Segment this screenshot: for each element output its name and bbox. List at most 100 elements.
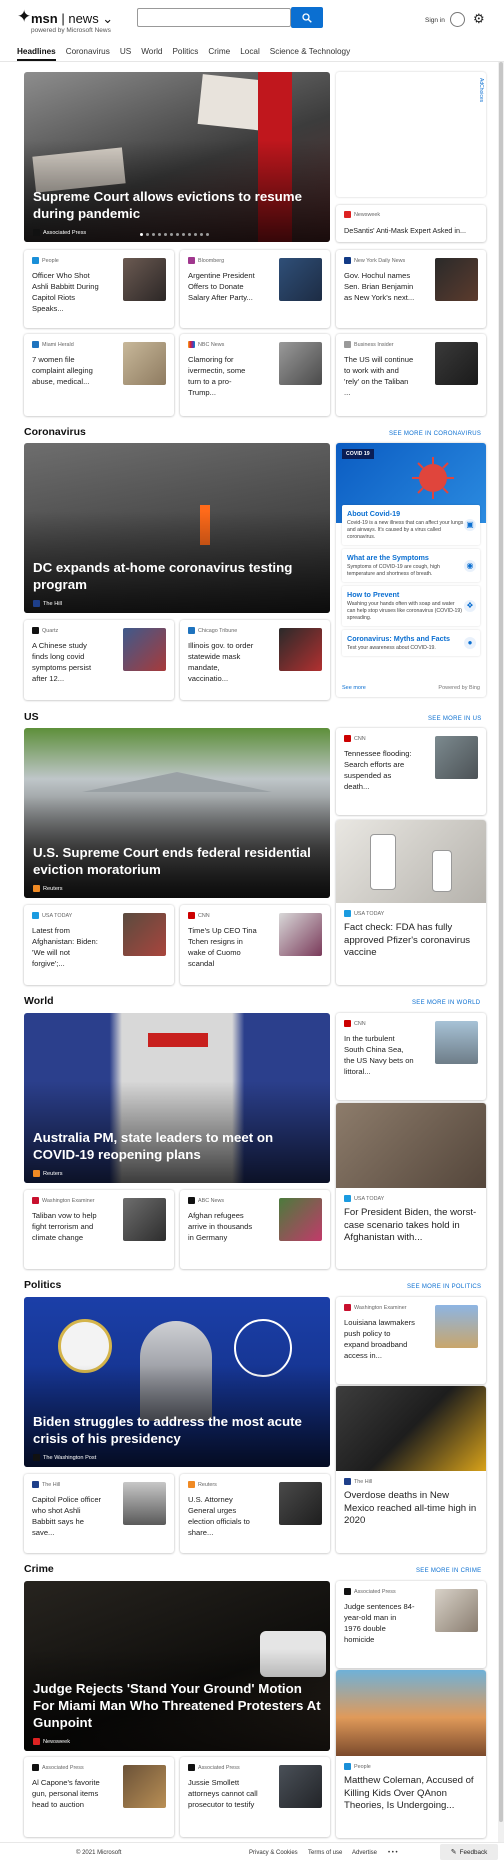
nav-world[interactable]: World [141, 47, 162, 61]
search-input[interactable] [137, 8, 291, 27]
news-card[interactable]: Associated Press Judge sentences 84-year… [336, 1581, 486, 1668]
news-card[interactable]: Associated Press Jussie Smollett attorne… [180, 1757, 330, 1837]
card-title: Matthew Coleman, Accused of Killing Kids… [344, 1775, 474, 1811]
nav-science-technology[interactable]: Science & Technology [270, 47, 350, 61]
covid-item-myths[interactable]: Coronavirus: Myths and Facts Test your aw… [342, 630, 480, 656]
news-card[interactable]: Chicago Tribune Illinois gov. to order s… [180, 620, 330, 700]
covid-badge: COVID 19 [342, 449, 374, 459]
advertise-link[interactable]: Advertise [352, 1850, 377, 1856]
people-logo-icon [344, 1763, 351, 1770]
covid-item-prevent[interactable]: How to Prevent Washing your hands often w… [342, 586, 480, 626]
gear-icon[interactable]: ⚙ [473, 11, 485, 27]
see-more-politics[interactable]: SEE MORE IN POLITICS [407, 1284, 481, 1290]
the-hill-logo-icon [33, 600, 40, 607]
card-title: Time's Up CEO Tina Tchen resigns in wake… [188, 926, 257, 968]
feedback-button[interactable]: ✎ Feedback [440, 1844, 498, 1860]
news-card[interactable]: CNN Tennessee flooding: Search efforts a… [336, 728, 486, 815]
see-more-crime[interactable]: SEE MORE IN CRIME [416, 1568, 481, 1574]
news-card[interactable]: Associated Press Al Capone's favorite gu… [24, 1757, 174, 1837]
card-source: USA TODAY [354, 910, 385, 917]
news-card[interactable]: Newsweek DeSantis' Anti-Mask Expert Aske… [336, 205, 486, 242]
covid-item-about[interactable]: About Covid-19 Covid-19 is a new illness … [342, 505, 480, 545]
feedback-icon: ✎ [450, 1849, 457, 1856]
card-title: Argentine President Offers to Donate Sal… [188, 271, 255, 302]
card-thumbnail [435, 342, 478, 385]
terms-link[interactable]: Terms of use [308, 1850, 342, 1856]
card-thumbnail [123, 342, 166, 385]
card-thumbnail [123, 1765, 166, 1808]
card-source: CNN [354, 735, 366, 742]
covid-see-more-link[interactable]: See more [342, 685, 366, 691]
news-card[interactable]: Washington Examiner Taliban vow to help … [24, 1190, 174, 1269]
news-card[interactable]: Reuters U.S. Attorney General urges elec… [180, 1474, 330, 1553]
privacy-link[interactable]: Privacy & Cookies [249, 1850, 298, 1856]
news-card[interactable]: People Matthew Coleman, Accused of Killi… [336, 1670, 486, 1838]
card-title: Latest from Afghanistan: Biden: 'We will… [32, 926, 98, 968]
news-card[interactable]: NBC News Clamoring for ivermectin, some … [180, 334, 330, 416]
the-hill-logo-icon [344, 1478, 351, 1485]
cnn-logo-icon [344, 1020, 351, 1027]
news-card[interactable]: Washington Examiner Louisiana lawmakers … [336, 1297, 486, 1384]
card-source: Quartz [42, 627, 59, 634]
card-thumbnail [435, 1305, 478, 1348]
see-more-us[interactable]: SEE MORE IN US [428, 716, 482, 722]
card-source: Associated Press [354, 1588, 396, 1595]
washington-post-logo-icon [33, 1454, 40, 1461]
news-card[interactable]: New York Daily News Gov. Hochul names Se… [336, 250, 486, 328]
brand-news[interactable]: news ⌄ [68, 11, 113, 26]
ad-slot[interactable]: AdChoices [336, 72, 486, 197]
coronavirus-hero-card[interactable]: DC expands at-home coronavirus testing p… [24, 443, 330, 613]
news-card[interactable]: Miami Herald 7 women file complaint alle… [24, 334, 174, 416]
card-image [336, 1386, 486, 1471]
covid-item-title: About Covid-19 [347, 509, 401, 518]
see-more-world[interactable]: SEE MORE IN WORLD [412, 1000, 480, 1006]
news-card[interactable]: CNN Time's Up CEO Tina Tchen resigns in … [180, 905, 330, 985]
nav-us[interactable]: US [120, 47, 131, 61]
nav-local[interactable]: Local [240, 47, 260, 61]
nav-coronavirus[interactable]: Coronavirus [66, 47, 110, 61]
covid-item-desc: Covid-19 is a new illness that can affec… [347, 520, 464, 540]
ap-logo-icon [188, 1764, 195, 1771]
covid-item-title: Coronavirus: Myths and Facts [347, 634, 451, 643]
news-card[interactable]: Quartz A Chinese study finds long covid … [24, 620, 174, 700]
card-thumbnail [435, 258, 478, 301]
carousel-dots[interactable] [140, 233, 209, 236]
nav-politics[interactable]: Politics [172, 47, 198, 61]
see-more-coronavirus[interactable]: SEE MORE IN CORONAVIRUS [389, 431, 481, 437]
card-thumbnail [435, 1589, 478, 1632]
nav-crime[interactable]: Crime [208, 47, 230, 61]
news-card[interactable]: USA TODAY For President Biden, the worst… [336, 1103, 486, 1269]
card-title: A Chinese study finds long covid symptom… [32, 641, 92, 683]
section-heading-us: US [24, 711, 39, 723]
news-card[interactable]: The Hill Overdose deaths in New Mexico r… [336, 1386, 486, 1553]
page-scrollbar[interactable] [498, 62, 504, 1842]
world-hero-card[interactable]: Australia PM, state leaders to meet on C… [24, 1013, 330, 1183]
news-card[interactable]: Business Insider The US will continue to… [336, 334, 486, 416]
card-thumbnail [435, 1021, 478, 1064]
more-options-icon[interactable]: • • • [388, 1850, 398, 1856]
avatar-icon[interactable] [450, 12, 465, 27]
adchoices-label[interactable]: AdChoices [478, 78, 484, 102]
business-insider-logo-icon [344, 341, 351, 348]
card-title: Fact check: FDA has fully approved Pfize… [344, 922, 471, 958]
news-card[interactable]: The Hill Capitol Police officer who shot… [24, 1474, 174, 1553]
news-card[interactable]: CNN In the turbulent South China Sea, th… [336, 1013, 486, 1100]
covid-info-widget[interactable]: COVID 19 About Covid-19 Covid-19 is a new… [336, 443, 486, 697]
news-card[interactable]: USA TODAY Fact check: FDA has fully appr… [336, 820, 486, 985]
politics-hero-card[interactable]: Biden struggles to address the most acut… [24, 1297, 330, 1467]
crime-hero-card[interactable]: Judge Rejects 'Stand Your Ground' Motion… [24, 1581, 330, 1751]
nav-headlines[interactable]: Headlines [17, 47, 56, 61]
search-button[interactable] [291, 7, 323, 28]
news-card[interactable]: USA TODAY Latest from Afghanistan: Biden… [24, 905, 174, 985]
card-title: Taliban vow to help fight terrorism and … [32, 1211, 97, 1242]
news-card[interactable]: People Officer Who Shot Ashli Babbitt Du… [24, 250, 174, 328]
news-card[interactable]: ABC News Afghan refugees arrive in thous… [180, 1190, 330, 1269]
ap-logo-icon [344, 1588, 351, 1595]
card-source: Washington Examiner [42, 1197, 95, 1204]
sign-in-link[interactable]: Sign in [425, 17, 445, 24]
news-card[interactable]: Bloomberg Argentine President Offers to … [180, 250, 330, 328]
top-hero-card[interactable]: Supreme Court allows evictions to resume… [24, 72, 330, 242]
covid-item-title: What are the Symptoms [347, 553, 429, 562]
us-hero-card[interactable]: U.S. Supreme Court ends federal resident… [24, 728, 330, 898]
covid-item-symptoms[interactable]: What are the Symptoms Symptoms of COVID-1… [342, 549, 480, 582]
